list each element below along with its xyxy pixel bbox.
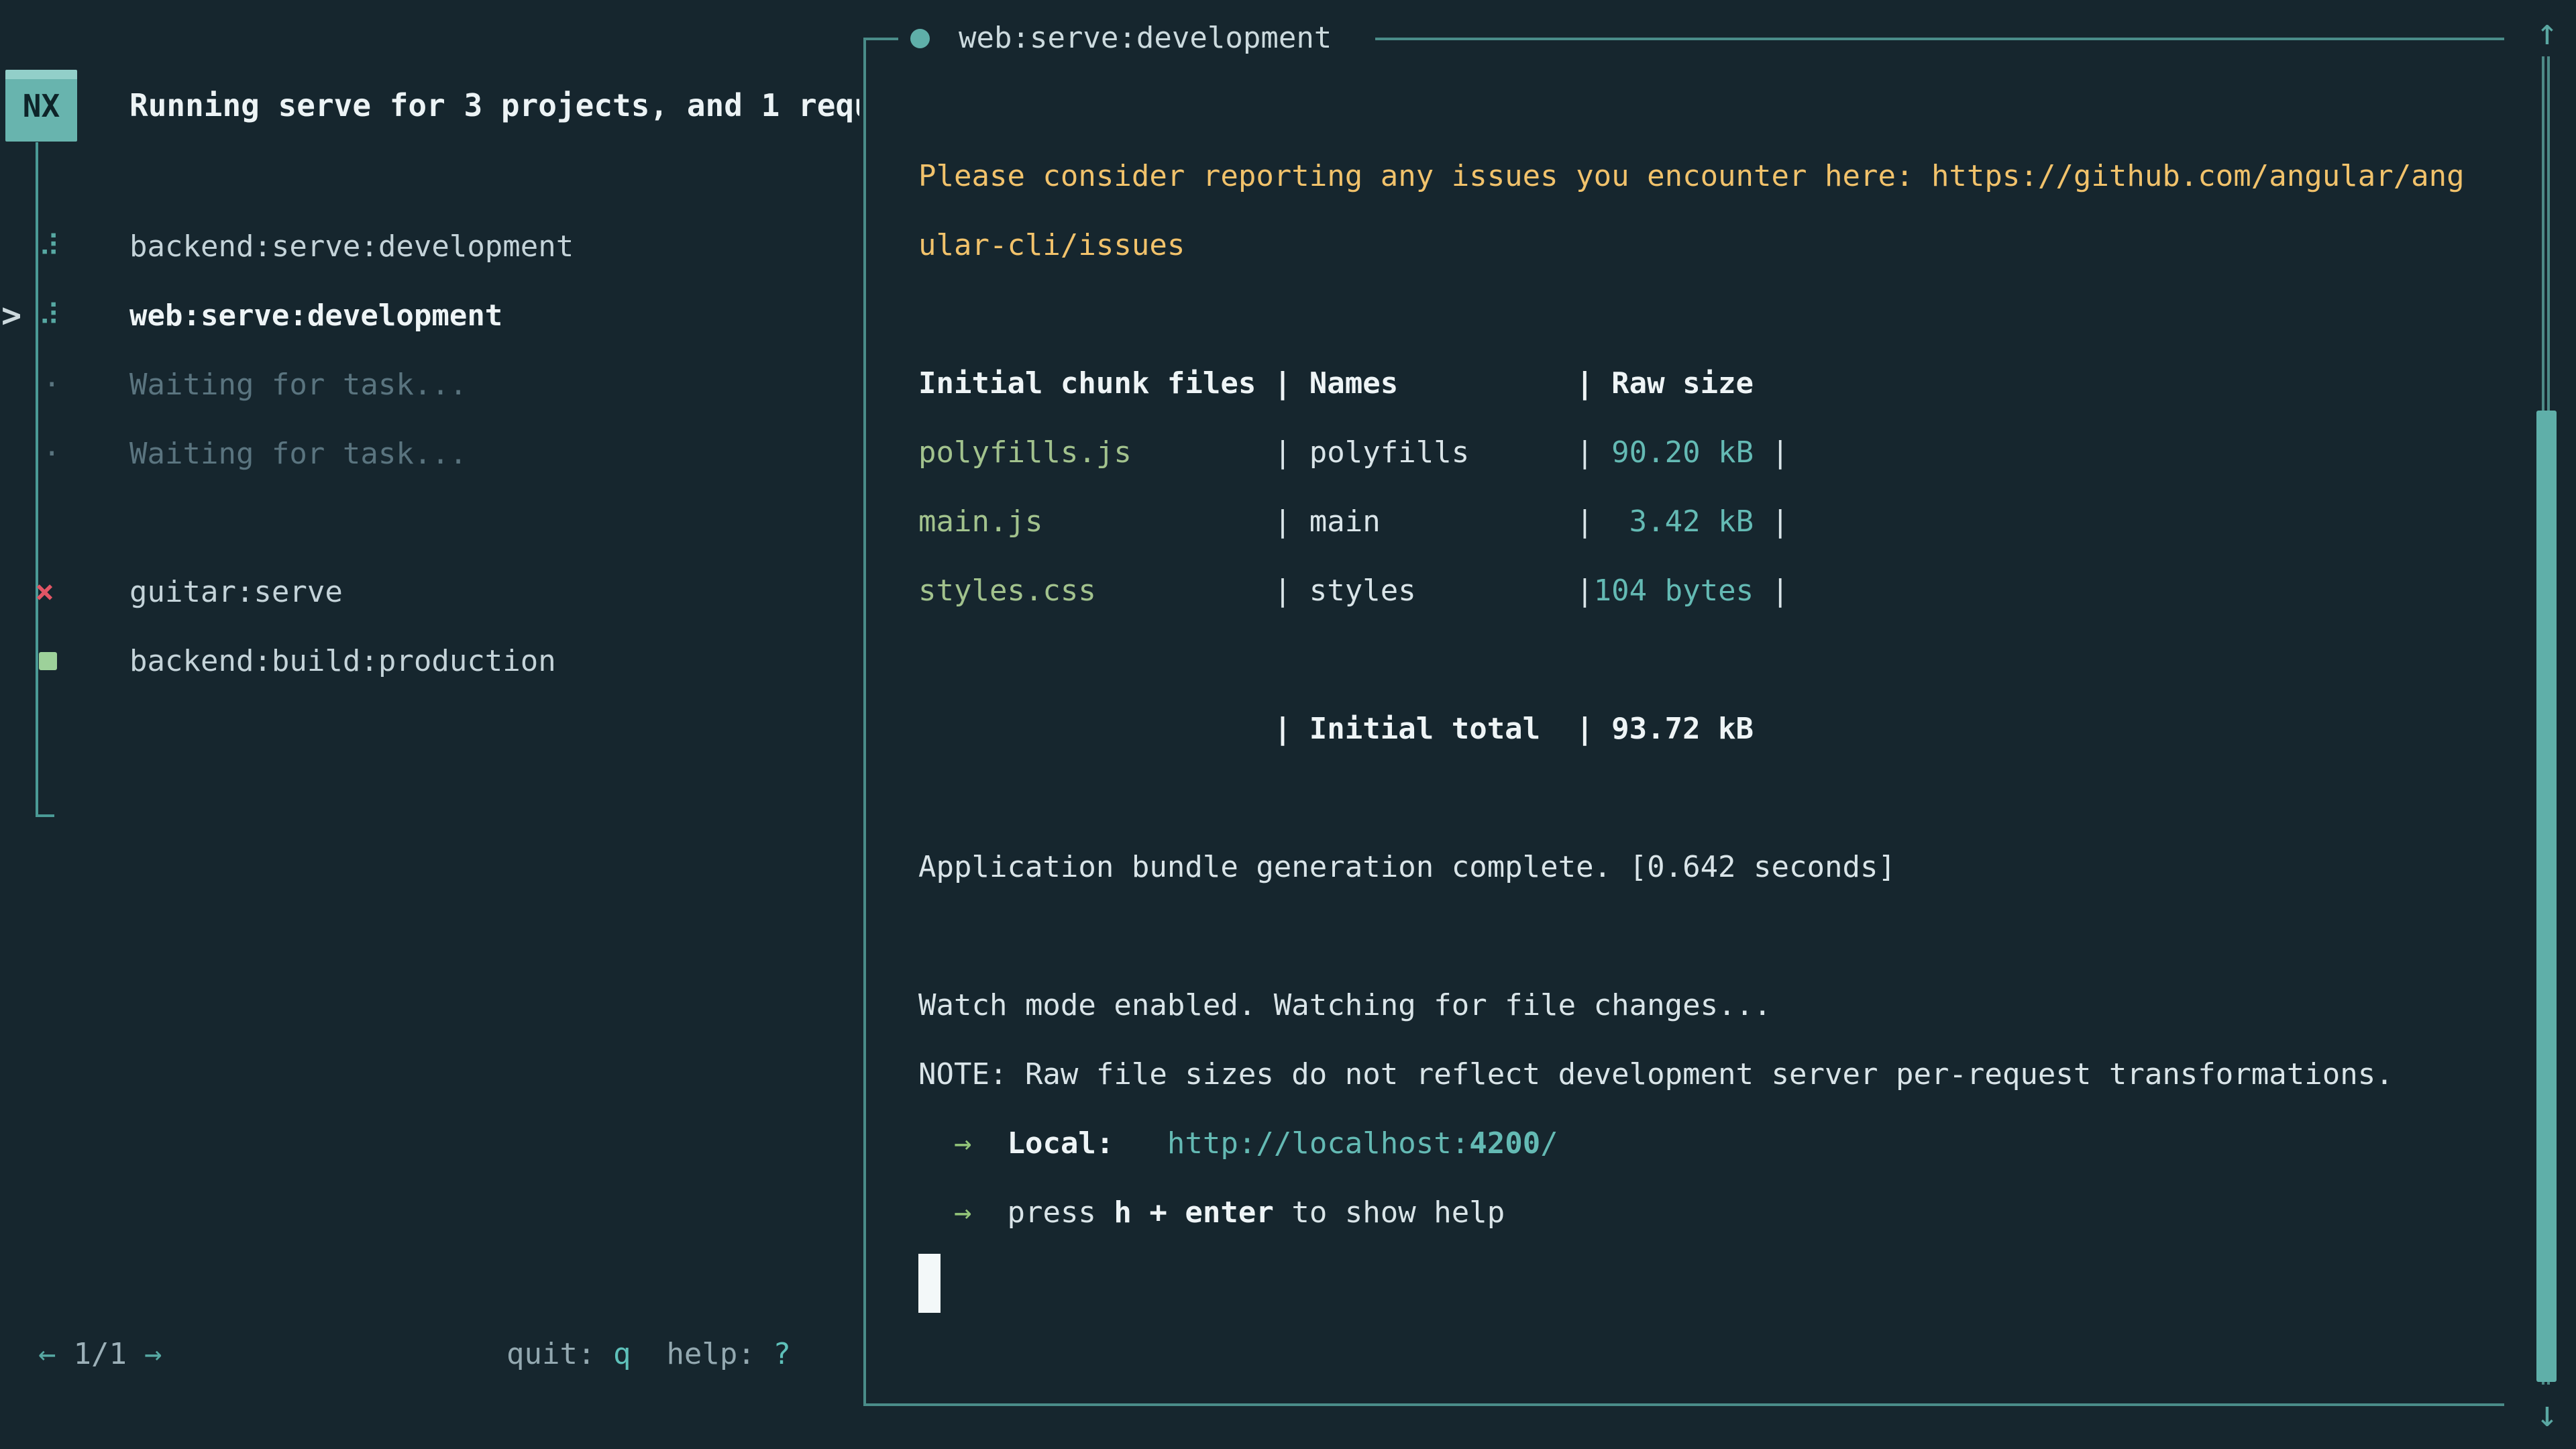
- terminal-line-10: Application bundle generation complete. …: [918, 833, 2502, 902]
- text-segment: Initial chunk files | Names | Raw size: [918, 366, 1754, 400]
- task-label: Waiting for task...: [129, 419, 467, 488]
- keyboard-hints: quit: q help: ?: [506, 1320, 826, 1389]
- text-segment: [918, 1126, 954, 1161]
- text-segment: 90.20 kB: [1611, 435, 1754, 470]
- panel-border-top-stub: [863, 38, 898, 40]
- task-label: backend:serve:development: [129, 212, 574, 281]
- terminal-line-15: → press h + enter to show help: [918, 1178, 2502, 1247]
- text-segment: [1114, 1126, 1167, 1161]
- text-segment: →: [954, 1126, 972, 1161]
- task-row-guitar-serve[interactable]: × guitar:serve: [0, 557, 862, 627]
- terminal-line-0: Please consider reporting any issues you…: [918, 142, 2502, 211]
- terminal-line-5: main.js | main | 3.42 kB |: [918, 487, 2502, 556]
- text-segment: [971, 1126, 1007, 1161]
- text-segment: | Initial total | 93.72 kB: [918, 712, 1754, 746]
- terminal-line-9: [918, 763, 2502, 833]
- terminal-line-1: ular-cli/issues: [918, 211, 2502, 280]
- task-row-web-serve-development[interactable]: >⠼ web:serve:development: [0, 281, 862, 350]
- text-segment: Application bundle generation complete. …: [918, 850, 1896, 884]
- terminal-line-7: [918, 625, 2502, 694]
- panel-border-left: [863, 38, 866, 1406]
- text-segment: ular-cli/issues: [918, 228, 1185, 262]
- terminal-line-11: [918, 902, 2502, 971]
- pager-label: 1/1: [56, 1337, 144, 1371]
- pager-prev-icon[interactable]: ←: [38, 1337, 56, 1371]
- text-segment: | polyfills |: [1132, 435, 1611, 470]
- terminal-line-14: → Local: http://localhost:4200/: [918, 1109, 2502, 1178]
- panel-border-bottom: [863, 1403, 2504, 1406]
- panel-title: web:serve:development: [959, 0, 1332, 76]
- scroll-up-icon[interactable]: ↑: [2520, 8, 2574, 56]
- text-segment: h + enter: [1114, 1195, 1273, 1230]
- text-segment: main.js: [918, 504, 1042, 539]
- page-title: Running serve for 3 projects, and 1 requ: [129, 70, 859, 142]
- task-label: guitar:serve: [129, 557, 343, 627]
- text-segment: [918, 1195, 954, 1230]
- spinner-icon: ⠼: [38, 281, 60, 350]
- text-segment: Local:: [1007, 1126, 1114, 1161]
- pager-next-icon[interactable]: →: [144, 1337, 162, 1371]
- terminal-line-6: styles.css | styles |104 bytes |: [918, 556, 2502, 625]
- task-list: ⠼ backend:serve:development >⠼ web:serve:de…: [0, 212, 862, 494]
- terminal-cursor: [918, 1254, 941, 1313]
- task-row-Waiting-for-task-[interactable]: · Waiting for task...: [0, 419, 862, 488]
- hint-key: ?: [773, 1337, 791, 1371]
- task-row-backend-serve-development[interactable]: ⠼ backend:serve:development: [0, 212, 862, 281]
- text-segment: 104 bytes: [1594, 574, 1754, 608]
- terminal-line-16: [918, 1247, 2502, 1316]
- text-segment: |: [1754, 504, 1789, 539]
- terminal-line-12: Watch mode enabled. Watching for file ch…: [918, 971, 2502, 1040]
- task-label: backend:build:production: [129, 627, 556, 696]
- panel-border-top: [1375, 38, 2504, 40]
- terminal-line-13: NOTE: Raw file sizes do not reflect deve…: [918, 1040, 2502, 1109]
- terminal-line-8: | Initial total | 93.72 kB: [918, 694, 2502, 763]
- text-segment: styles.css: [918, 574, 1096, 608]
- text-segment: NOTE: Raw file sizes do not reflect deve…: [918, 1057, 2394, 1091]
- text-segment: to show help: [1274, 1195, 1505, 1230]
- nx-tui-app: NX Running serve for 3 projects, and 1 r…: [0, 0, 2576, 1449]
- text-segment: 3.42 kB: [1629, 504, 1754, 539]
- waiting-dot-icon: ·: [43, 419, 61, 488]
- text-segment: [971, 1195, 1007, 1230]
- local-url-link[interactable]: http://localhost:: [1167, 1126, 1469, 1161]
- text-segment: |: [1754, 435, 1789, 470]
- local-url-slash[interactable]: /: [1540, 1126, 1558, 1161]
- task-row-backend-build-production[interactable]: backend:build:production: [0, 627, 862, 696]
- spinner-icon: ⠼: [38, 212, 60, 281]
- text-segment: |: [1754, 574, 1789, 608]
- hint-key: q: [613, 1337, 631, 1371]
- waiting-dot-icon: ·: [43, 350, 61, 419]
- text-segment: Watch mode enabled. Watching for file ch…: [918, 988, 1772, 1022]
- completed-task-list: × guitar:servebackend:build:production: [0, 557, 862, 698]
- task-label: Waiting for task...: [129, 350, 467, 419]
- selected-task-chevron-icon: >: [1, 281, 21, 350]
- terminal-line-3: Initial chunk files | Names | Raw size: [918, 349, 2502, 418]
- terminal-line-2: [918, 280, 2502, 349]
- task-label: web:serve:development: [129, 281, 502, 350]
- running-status-dot-icon: [910, 29, 930, 48]
- text-segment: Please consider reporting any issues you…: [918, 159, 2465, 193]
- pager: ←1/1→: [38, 1320, 162, 1389]
- terminal-line-4: polyfills.js | polyfills | 90.20 kB |: [918, 418, 2502, 487]
- hint-label: help:: [666, 1337, 755, 1371]
- failed-x-icon: ×: [35, 557, 54, 627]
- scrollbar-thumb[interactable]: [2536, 411, 2557, 1382]
- task-row-Waiting-for-task-[interactable]: · Waiting for task...: [0, 350, 862, 419]
- hint-label: quit:: [506, 1337, 595, 1371]
- nx-logo: NX: [5, 70, 77, 142]
- text-segment: polyfills.js: [918, 435, 1132, 470]
- text-segment: | main |: [1042, 504, 1629, 539]
- text-segment: | styles |: [1096, 574, 1594, 608]
- text-segment: →: [954, 1195, 972, 1230]
- text-segment: press: [1007, 1195, 1114, 1230]
- terminal-output: Please consider reporting any issues you…: [918, 142, 2502, 1403]
- success-square-icon: [39, 652, 57, 670]
- local-url-port[interactable]: 4200: [1469, 1126, 1540, 1161]
- scroll-down-icon[interactable]: ↓: [2520, 1390, 2574, 1438]
